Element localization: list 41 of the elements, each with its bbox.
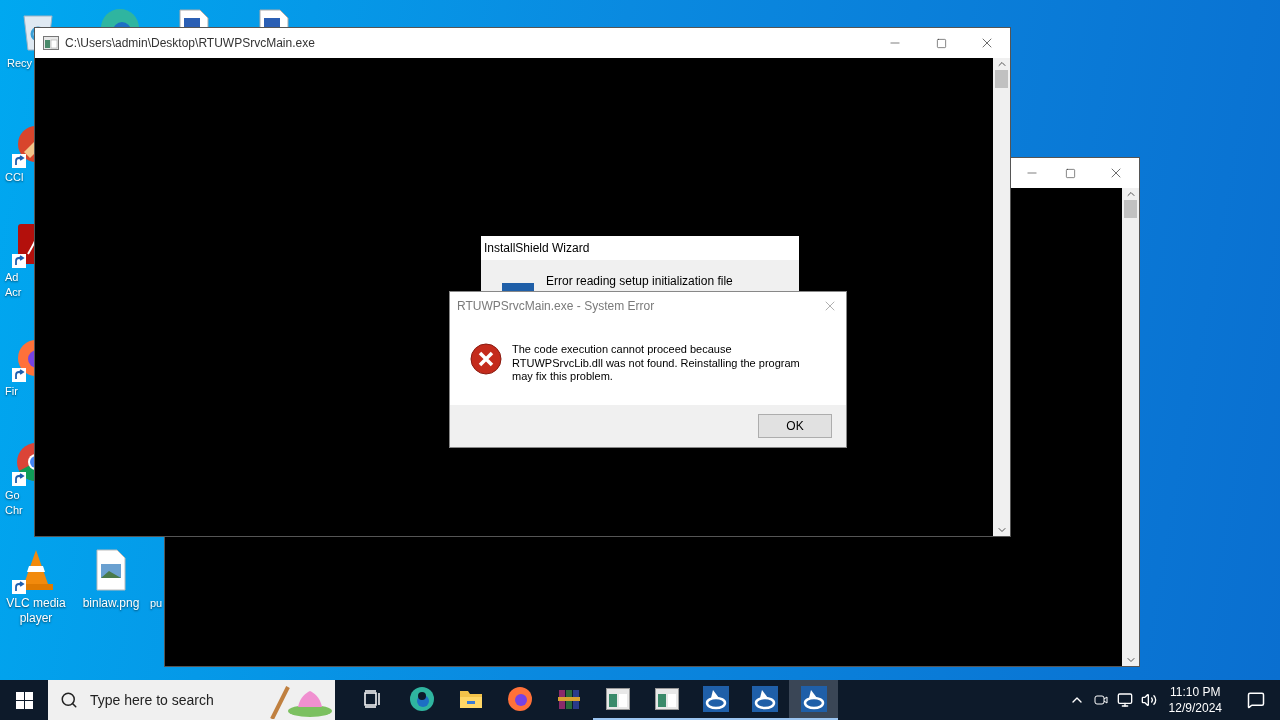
taskbar-app[interactable] [789,680,838,720]
firefox-icon [506,686,533,712]
network-icon[interactable] [1116,692,1133,708]
console-window-icon [605,688,630,710]
clock[interactable]: 11:10 PM 12/9/2024 [1160,684,1232,716]
desktop-icon-label[interactable]: Go Chr [0,488,23,518]
desktop-icon-label[interactable]: Recy [2,56,33,71]
scrollbar[interactable] [993,58,1010,536]
desktop-icon-label[interactable]: Fir [0,384,18,399]
desktop-icon-label[interactable]: CCl [0,170,24,185]
volume-icon[interactable] [1140,692,1157,708]
desktop-icon-label[interactable]: binlaw.png [82,596,140,611]
scrollbar[interactable] [1122,188,1139,666]
folder-icon [458,688,483,710]
scroll-thumb[interactable] [1124,200,1137,218]
search-icon [60,691,78,709]
windows-logo-icon [15,691,33,709]
console-window-icon [43,36,59,50]
dialog-message: Error reading setup initialization file [546,274,733,288]
desktop-icon-label[interactable]: Ad Acr [0,270,22,300]
error-message: The code execution cannot proceed because RTUWPSrvcLib.dll was not found. Reinstalling the program may fix this problem. [512,343,801,384]
console-window-icon [654,688,679,710]
search-input[interactable]: Type here to search [88,691,252,709]
window-title: C:\Users\admin\Desktop\RTUWPSrvcMain.exe [65,36,315,50]
scroll-thumb[interactable] [995,70,1008,88]
maximize-icon [935,37,947,49]
dialog-title: InstallShield Wizard [484,241,590,255]
installer-icon [751,686,778,712]
maximize-icon [1064,167,1076,179]
installer-icon [702,686,729,712]
notifications-icon[interactable] [1247,691,1265,709]
camera-icon[interactable] [1092,692,1109,708]
search-field[interactable]: Type here to search [48,680,335,720]
books-icon [556,687,581,711]
task-view-icon [362,690,383,708]
desktop-icon-label[interactable]: VLC media player [6,596,66,626]
dialog-title: RTUWPSrvcMain.exe - System Error [457,299,655,313]
error-icon [470,343,502,375]
ok-button[interactable]: OK [758,414,832,438]
desktop-icon-label[interactable]: pu [145,596,163,611]
installer-icon [800,686,827,712]
